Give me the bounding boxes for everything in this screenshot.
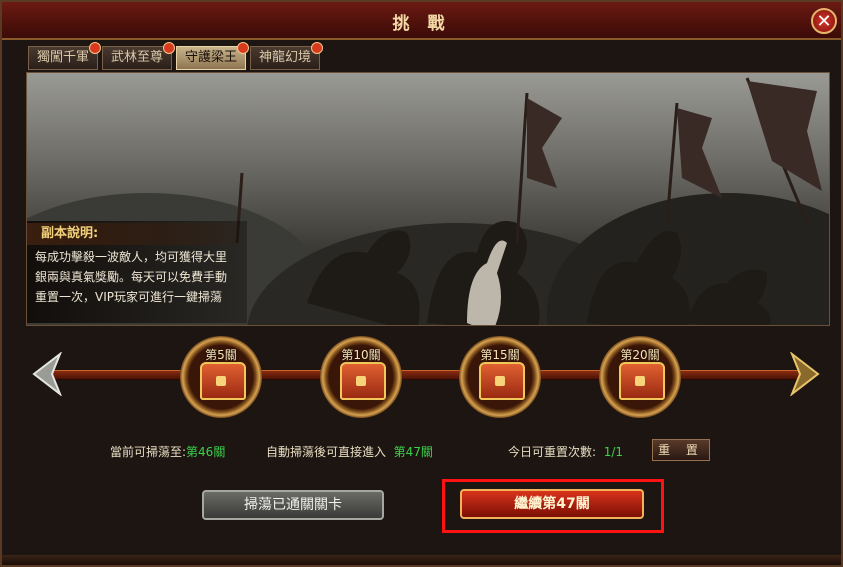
tab-wulin-zhizun[interactable]: 武林至尊 bbox=[102, 42, 175, 70]
chest-lock-icon bbox=[635, 376, 645, 386]
title-bar: 挑 戰 ✕ bbox=[2, 2, 841, 40]
chest-lock-icon bbox=[356, 376, 366, 386]
reset-count-label: 今日可重置次數: bbox=[508, 445, 597, 459]
tab-label: 神龍幻境 bbox=[258, 50, 311, 65]
notification-dot-icon bbox=[163, 42, 175, 54]
close-icon[interactable]: ✕ bbox=[811, 8, 837, 34]
reset-button[interactable]: 重 置 bbox=[652, 439, 710, 461]
milestone-chest-5[interactable]: 第5關 bbox=[180, 336, 262, 418]
milestone-chest-10[interactable]: 第10關 bbox=[320, 336, 402, 418]
current-sweep-label: 當前可掃蕩至: bbox=[110, 445, 187, 459]
chest-lock-icon bbox=[216, 376, 226, 386]
milestone-label: 第20關 bbox=[620, 348, 660, 362]
milestone-chest-20[interactable]: 第20關 bbox=[599, 336, 681, 418]
tab-label: 武林至尊 bbox=[110, 50, 163, 65]
tab-shouhu-liangwang[interactable]: 守護梁王 bbox=[176, 42, 249, 70]
left-arrow-icon[interactable] bbox=[32, 352, 62, 396]
auto-sweep-label: 自動掃蕩後可直接進入 bbox=[266, 445, 387, 459]
challenge-window: 挑 戰 ✕ 獨闖千軍 武林至尊 守護梁王 神龍幻境 副本說明: 每成功擊殺一波敵… bbox=[0, 0, 843, 567]
tab-label: 守護梁王 bbox=[184, 50, 237, 65]
right-arrow-icon[interactable] bbox=[790, 352, 820, 396]
current-sweep-value: 第46關 bbox=[186, 445, 226, 459]
stage-banner-image: 副本說明: 每成功擊殺一波敵人，均可獲得大里 銀兩與真氣獎勵。每天可以免費手動 … bbox=[26, 72, 830, 326]
description-line: 重置一次，VIP玩家可進行一鍵掃蕩 bbox=[35, 290, 222, 304]
milestone-label: 第15關 bbox=[480, 348, 520, 362]
window-title: 挑 戰 bbox=[392, 14, 451, 34]
notification-dot-icon bbox=[89, 42, 101, 54]
milestone-label: 第10關 bbox=[341, 348, 381, 362]
milestone-label: 第5關 bbox=[205, 348, 237, 362]
notification-dot-icon bbox=[311, 42, 323, 54]
progress-track bbox=[42, 370, 812, 380]
tab-shenlong-huanjing[interactable]: 神龍幻境 bbox=[250, 42, 323, 70]
window-bottom-edge bbox=[2, 555, 841, 565]
current-sweep-info: 當前可掃蕩至:第46關 bbox=[110, 443, 225, 460]
chest-lock-icon bbox=[495, 376, 505, 386]
tab-label: 獨闖千軍 bbox=[36, 50, 89, 65]
continue-stage-button[interactable]: 繼續第47關 bbox=[460, 489, 644, 519]
description-title: 副本說明: bbox=[27, 223, 237, 245]
tab-dugan-qianjun[interactable]: 獨闖千軍 bbox=[28, 42, 101, 70]
milestone-chest-15[interactable]: 第15關 bbox=[459, 336, 541, 418]
auto-sweep-info: 自動掃蕩後可直接進入 第47關 bbox=[266, 443, 433, 460]
sweep-cleared-button[interactable]: 掃蕩已通關關卡 bbox=[202, 490, 384, 520]
description-text: 每成功擊殺一波敵人，均可獲得大里 銀兩與真氣獎勵。每天可以免費手動 重置一次，V… bbox=[35, 247, 249, 307]
description-line: 銀兩與真氣獎勵。每天可以免費手動 bbox=[35, 270, 228, 284]
auto-sweep-value: 第47關 bbox=[393, 445, 433, 459]
reset-count-value: 1/1 bbox=[603, 445, 623, 459]
notification-dot-icon bbox=[237, 42, 249, 54]
tab-bar: 獨闖千軍 武林至尊 守護梁王 神龍幻境 bbox=[28, 42, 323, 70]
description-line: 每成功擊殺一波敵人，均可獲得大里 bbox=[35, 250, 228, 264]
reset-count-info: 今日可重置次數: 1/1 bbox=[508, 443, 623, 460]
